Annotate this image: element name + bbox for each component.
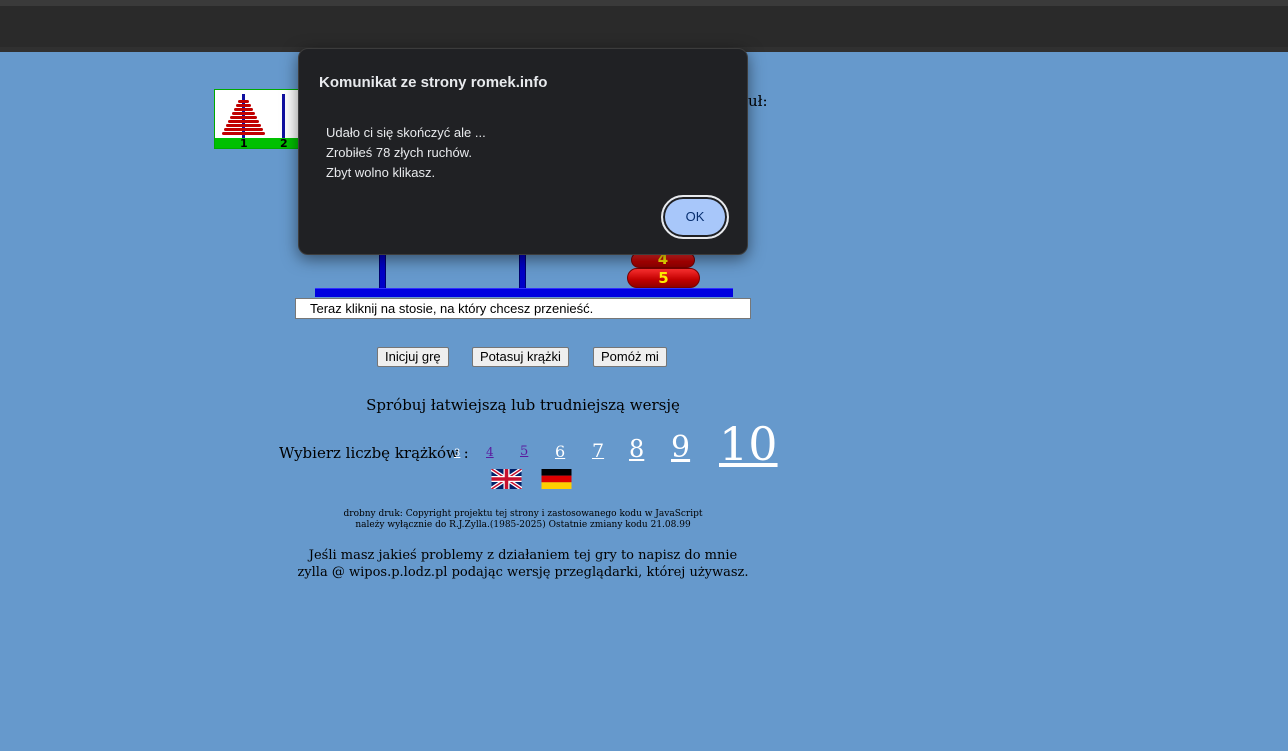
thumb-peg-1-label: 1 — [240, 137, 248, 150]
board-base — [315, 288, 733, 297]
choose-disks-label: Wybierz liczbę krążków : — [279, 444, 469, 462]
dialog-message: Udało ci się skończyć ale ... Zrobiłeś 7… — [326, 123, 486, 183]
thumb-disk — [228, 120, 259, 123]
browser-tab-strip — [0, 0, 1288, 6]
contact-info: Jeśli masz jakieś problemy z działaniem … — [0, 547, 1046, 581]
thumb-disk — [222, 132, 265, 135]
thumb-disk — [224, 128, 263, 131]
thumb-disk — [230, 116, 257, 119]
alert-dialog: Komunikat ze strony romek.info Udało ci … — [298, 48, 748, 255]
disk-count-3-link[interactable]: 3 — [454, 448, 460, 459]
status-field: Teraz kliknij na stosie, na który chcesz… — [295, 298, 751, 319]
thumb-peg-2 — [282, 94, 285, 140]
shuffle-disks-button[interactable]: Potasuj krążki — [472, 347, 569, 367]
disk-count-4-link[interactable]: 4 — [486, 445, 494, 459]
fine-print-line-1: drobny druk: Copyright projektu tej stro… — [343, 509, 703, 519]
fine-print-line-2: należy wyłącznie do R.J.Zylla.(1985-2025… — [355, 520, 691, 530]
tower-thumbnail[interactable]: 1 2 — [214, 89, 300, 150]
try-other-version-text: Spróbuj łatwiejszą lub trudniejszą wersj… — [366, 396, 680, 414]
thumb-disk — [232, 112, 255, 115]
disk-count-5-link[interactable]: 5 — [520, 444, 528, 459]
dialog-title: Komunikat ze strony romek.info — [319, 74, 548, 91]
peg-1[interactable] — [379, 250, 386, 290]
thumb-peg-2-label: 2 — [280, 137, 288, 150]
dialog-message-line-3: Zbyt wolno klikasz. — [326, 165, 436, 180]
disk-count-9-link[interactable]: 9 — [671, 430, 690, 465]
init-game-button[interactable]: Inicjuj grę — [377, 347, 449, 367]
dialog-message-line-1: Udało ci się skończyć ale ... — [326, 125, 486, 140]
disk-count-8-link[interactable]: 8 — [629, 435, 644, 463]
disk-count-10-link[interactable]: 10 — [719, 417, 778, 471]
contact-line-2: zylla @ wipos.p.lodz.pl podając wersję p… — [297, 565, 749, 580]
disk-count-7-link[interactable]: 7 — [592, 440, 604, 462]
disk-5[interactable]: 5 — [627, 268, 700, 288]
thumb-disk — [234, 108, 253, 111]
browser-top-bar — [0, 0, 1288, 52]
fine-print: drobny druk: Copyright projektu tej stro… — [0, 509, 1046, 531]
partial-heading-text: uł: — [748, 92, 768, 110]
contact-line-1: Jeśli masz jakieś problemy z działaniem … — [308, 548, 738, 563]
dialog-ok-button[interactable]: OK — [661, 195, 729, 239]
german-flag-icon[interactable] — [541, 469, 572, 489]
disk-count-6-link[interactable]: 6 — [555, 442, 565, 461]
dialog-message-line-2: Zrobiłeś 78 złych ruchów. — [326, 145, 472, 160]
uk-flag-icon[interactable] — [491, 469, 522, 489]
thumb-disk — [238, 100, 249, 103]
help-button[interactable]: Pomóż mi — [593, 347, 667, 367]
peg-2[interactable] — [519, 250, 526, 290]
thumb-disk — [226, 124, 261, 127]
thumb-disk — [236, 104, 251, 107]
